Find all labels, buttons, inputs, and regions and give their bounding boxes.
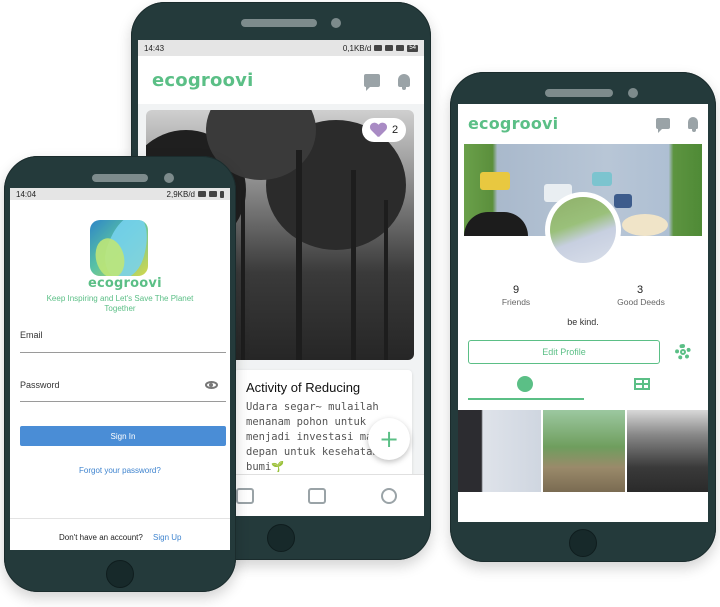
app-logo: ecogroovi: [468, 113, 559, 133]
bell-icon[interactable]: [398, 73, 410, 90]
forgot-password-link[interactable]: Forgot your password?: [79, 466, 161, 475]
status-time: 14:43: [144, 43, 165, 53]
speaker: [241, 19, 317, 27]
show-password-icon[interactable]: [205, 381, 218, 389]
friends-label[interactable]: Friends: [486, 297, 546, 307]
login-phone: 14:04 2,9KB/d ecogroovi Keep Inspiring a…: [4, 156, 236, 592]
app-logo: ecogroovi: [152, 69, 254, 91]
heart-icon[interactable]: [370, 123, 386, 137]
gift-icon[interactable]: [235, 487, 254, 504]
ecogroovi-leaf-icon: [90, 220, 148, 276]
cover-object: [592, 172, 612, 186]
battery-icon: 54: [407, 44, 418, 52]
good-deeds-label[interactable]: Good Deeds: [606, 297, 676, 307]
tree-trunk: [296, 150, 302, 360]
friends-count: 9: [512, 284, 520, 296]
tree-trunk: [241, 190, 245, 360]
like-count: 2: [392, 124, 399, 136]
profile-phone: ecogroovi 9 Friends 3 Good Deeds be kind…: [450, 72, 716, 562]
grid-icon[interactable]: [634, 378, 650, 390]
tree-trunk: [351, 170, 356, 360]
speaker: [545, 89, 613, 97]
tagline: Keep Inspiring and Let's Save The Planet…: [46, 294, 194, 313]
network-speed: 0,1KB/d: [342, 43, 372, 53]
front-camera: [331, 18, 341, 28]
cover-object: [480, 172, 510, 190]
email-field[interactable]: [20, 352, 226, 353]
like-counter[interactable]: 2: [362, 118, 407, 142]
divider: [10, 518, 230, 519]
wifi-icon: [209, 191, 217, 197]
good-deeds-count: 3: [636, 284, 644, 296]
status-time: 14:04: [16, 189, 37, 199]
cover-object: [622, 214, 668, 236]
app-logo: ecogroovi: [88, 276, 162, 291]
home-button[interactable]: [569, 529, 597, 557]
post-title: Activity of Reducing: [246, 380, 361, 395]
signal-icon: [385, 45, 394, 51]
email-label: Email: [20, 330, 43, 340]
front-camera: [628, 88, 638, 98]
edit-profile-button[interactable]: Edit Profile: [468, 340, 660, 364]
home-button[interactable]: [267, 524, 295, 552]
grid-photo[interactable]: [543, 410, 625, 492]
password-field[interactable]: [20, 401, 226, 402]
grid-photo[interactable]: [458, 410, 541, 492]
app-bar: ecogroovi: [458, 108, 708, 138]
avatar[interactable]: [550, 197, 616, 263]
sign-up-link[interactable]: Sign Up: [153, 533, 181, 542]
speaker: [92, 174, 148, 182]
add-post-button[interactable]: +: [368, 418, 410, 460]
cover-object: [464, 212, 528, 236]
chat-icon[interactable]: [656, 117, 670, 133]
calendar-icon[interactable]: [308, 487, 327, 504]
gear-icon[interactable]: [675, 344, 691, 360]
front-camera: [164, 173, 174, 183]
status-bar: 14:43 0,1KB/d 54: [138, 40, 424, 56]
profile-icon[interactable]: [380, 487, 397, 504]
signal-icon: [198, 191, 206, 197]
profile-screen: ecogroovi 9 Friends 3 Good Deeds be kind…: [458, 104, 708, 522]
cover-object: [614, 194, 632, 208]
battery-icon: [220, 190, 224, 198]
profile-bio: be kind.: [567, 317, 599, 327]
sign-in-button[interactable]: Sign In: [20, 426, 226, 446]
password-label: Password: [20, 380, 60, 390]
app-bar: ecogroovi: [138, 56, 424, 104]
status-bar: 14:04 2,9KB/d: [10, 188, 230, 200]
grid-photo[interactable]: [627, 410, 708, 492]
wifi-icon: [396, 45, 405, 51]
globe-icon[interactable]: [517, 376, 533, 392]
no-account-text: Don't have an account?: [59, 533, 143, 542]
login-screen: 14:04 2,9KB/d ecogroovi Keep Inspiring a…: [10, 188, 230, 550]
tree-trunk: [384, 200, 388, 360]
active-tab-indicator: [468, 398, 584, 400]
home-button[interactable]: [106, 560, 134, 588]
bell-icon[interactable]: [688, 117, 698, 132]
chat-icon[interactable]: [364, 73, 380, 91]
alarm-icon: [374, 45, 383, 51]
network-speed: 2,9KB/d: [166, 189, 195, 199]
